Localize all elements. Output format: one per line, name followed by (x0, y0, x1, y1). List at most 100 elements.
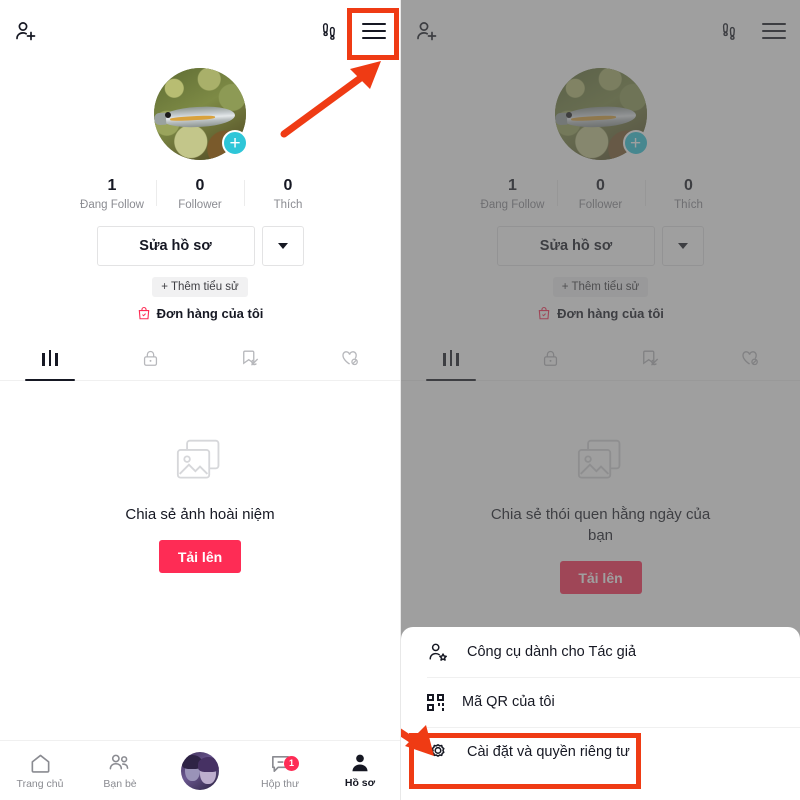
stat-label: Thích (674, 199, 703, 211)
photos-stack-icon (577, 439, 620, 479)
stat-value: 1 (508, 177, 517, 194)
gear-icon (431, 744, 445, 757)
nav-label: Hồ sơ (344, 777, 376, 789)
person-add-icon[interactable] (415, 19, 439, 43)
hamburger-menu-icon[interactable] (762, 22, 786, 40)
home-icon (31, 754, 49, 773)
shopping-bag-icon (538, 306, 550, 320)
stat-value: 0 (684, 177, 693, 194)
left-phone-panel: + 1 Đang Follow 0 Follower 0 Thích Sửa h… (0, 0, 400, 800)
edit-profile-button[interactable]: Sửa hồ sơ (96, 226, 255, 266)
right-phone-panel: + 1 Đang Follow 0 Follower 0 Thích Sửa h… (400, 0, 800, 800)
footprints-icon[interactable] (318, 20, 340, 42)
photos-stack-icon (176, 439, 220, 479)
screenshot-root: + 1 Đang Follow 0 Follower 0 Thích Sửa h… (0, 0, 800, 800)
empty-state-left: Chia sẻ ảnh hoài niệm Tải lên (0, 437, 400, 573)
nav-item-profile[interactable]: Hồ sơ (320, 752, 400, 789)
sheet-item-creator-tools[interactable]: Công cụ dành cho Tác giả (401, 627, 800, 677)
profile-more-button[interactable] (261, 226, 304, 266)
bottom-navigation: Trang chủ Bạn bè 1 Hộp thư Hồ sơ (0, 740, 400, 800)
stat-likes[interactable]: 0 Thích (644, 176, 733, 211)
nav-item-home[interactable]: Trang chủ (0, 752, 80, 790)
nav-item-inbox[interactable]: 1 Hộp thư (240, 752, 320, 790)
nav-item-create[interactable] (160, 751, 240, 790)
stat-likes[interactable]: 0 Thích (244, 176, 332, 211)
sheet-item-label: Mã QR của tôi (462, 694, 555, 710)
stat-followers[interactable]: 0 Follower (556, 176, 645, 211)
inbox-badge: 1 (284, 755, 299, 771)
stat-value: 0 (195, 177, 205, 194)
nav-item-friends[interactable]: Bạn bè (80, 752, 160, 790)
sheet-item-label: Công cụ dành cho Tác giả (467, 644, 637, 660)
tab-saved[interactable] (200, 336, 300, 380)
tab-posts[interactable] (0, 336, 100, 380)
friends-icon (109, 754, 129, 769)
add-bio-button[interactable]: + Thêm tiểu sử (152, 277, 248, 297)
sheet-item-my-qr-code[interactable]: Mã QR của tôi (401, 677, 800, 727)
tab-saved[interactable] (601, 336, 701, 380)
stat-following[interactable]: 1 Đang Follow (469, 176, 557, 211)
stat-value: 0 (596, 177, 605, 194)
avatar-add-badge[interactable]: + (222, 130, 248, 156)
empty-state-right: Chia sẻ thói quen hằng ngày của bạn Tải … (401, 437, 800, 594)
stat-value: 1 (107, 177, 117, 194)
stat-followers[interactable]: 0 Follower (156, 176, 244, 211)
profile-stats: 1 Đang Follow 0 Follower 0 Thích (401, 176, 800, 211)
lock-icon (143, 350, 157, 366)
grid-posts-icon (442, 350, 459, 366)
tab-private[interactable] (501, 336, 601, 380)
bookmark-hidden-icon (243, 350, 259, 366)
my-orders-label: Đơn hàng của tôi (557, 306, 664, 321)
nav-label: Bạn bè (103, 777, 137, 790)
profile-stats: 1 Đang Follow 0 Follower 0 Thích (0, 176, 400, 211)
stat-label: Follower (578, 199, 623, 211)
profile-more-button[interactable] (662, 226, 704, 266)
more-options-sheet: Công cụ dành cho Tác giả Mã QR của tôi C… (401, 627, 800, 800)
grid-posts-icon (42, 350, 58, 366)
my-orders-label: Đơn hàng của tôi (156, 306, 264, 321)
person-add-icon[interactable] (14, 19, 38, 43)
chevron-down-icon (277, 243, 288, 249)
heart-hidden-icon (342, 351, 358, 366)
profile-actions: Sửa hồ sơ (401, 226, 800, 266)
heart-hidden-icon (742, 351, 759, 366)
my-orders-link[interactable]: Đơn hàng của tôi (537, 306, 664, 321)
shopping-bag-icon (138, 306, 149, 320)
person-icon (352, 754, 368, 772)
stat-following[interactable]: 1 Đang Follow (68, 176, 156, 211)
add-bio-button[interactable]: + Thêm tiểu sử (552, 277, 649, 297)
profile-avatar-icon (181, 751, 219, 790)
tab-liked[interactable] (300, 336, 400, 380)
stat-label: Đang Follow (80, 199, 144, 211)
avatar-add-badge[interactable]: + (622, 130, 649, 156)
chevron-down-icon (678, 243, 688, 249)
sheet-item-settings-privacy[interactable]: Cài đặt và quyền riêng tư (401, 727, 800, 777)
profile-header (0, 0, 400, 62)
tab-liked[interactable] (700, 336, 800, 380)
avatar[interactable]: + (554, 68, 649, 160)
hamburger-menu-icon[interactable] (362, 22, 386, 40)
upload-button[interactable]: Tải lên (159, 540, 241, 573)
sheet-item-label: Cài đặt và quyền riêng tư (467, 744, 630, 760)
empty-state-title: Chia sẻ thói quen hằng ngày của bạn (490, 506, 711, 544)
footprints-icon[interactable] (718, 20, 740, 42)
profile-header (401, 0, 800, 62)
profile-tabs (0, 336, 400, 381)
qr-code-icon (427, 693, 444, 711)
stat-value: 0 (283, 177, 293, 194)
lock-icon (544, 350, 558, 366)
person-star-icon (429, 643, 447, 661)
annotation-arrow-to-menu (280, 61, 381, 138)
bookmark-hidden-icon (643, 350, 659, 366)
tab-posts[interactable] (401, 336, 501, 380)
tab-private[interactable] (100, 336, 200, 380)
stat-label: Thích (273, 199, 303, 211)
upload-button[interactable]: Tải lên (559, 561, 642, 594)
stat-label: Đang Follow (480, 199, 545, 211)
profile-actions: Sửa hồ sơ (0, 226, 400, 266)
edit-profile-button[interactable]: Sửa hồ sơ (497, 226, 655, 266)
profile-tabs (401, 336, 800, 381)
my-orders-link[interactable]: Đơn hàng của tôi (137, 306, 264, 321)
avatar[interactable]: + (154, 68, 248, 160)
stat-label: Follower (178, 199, 222, 211)
